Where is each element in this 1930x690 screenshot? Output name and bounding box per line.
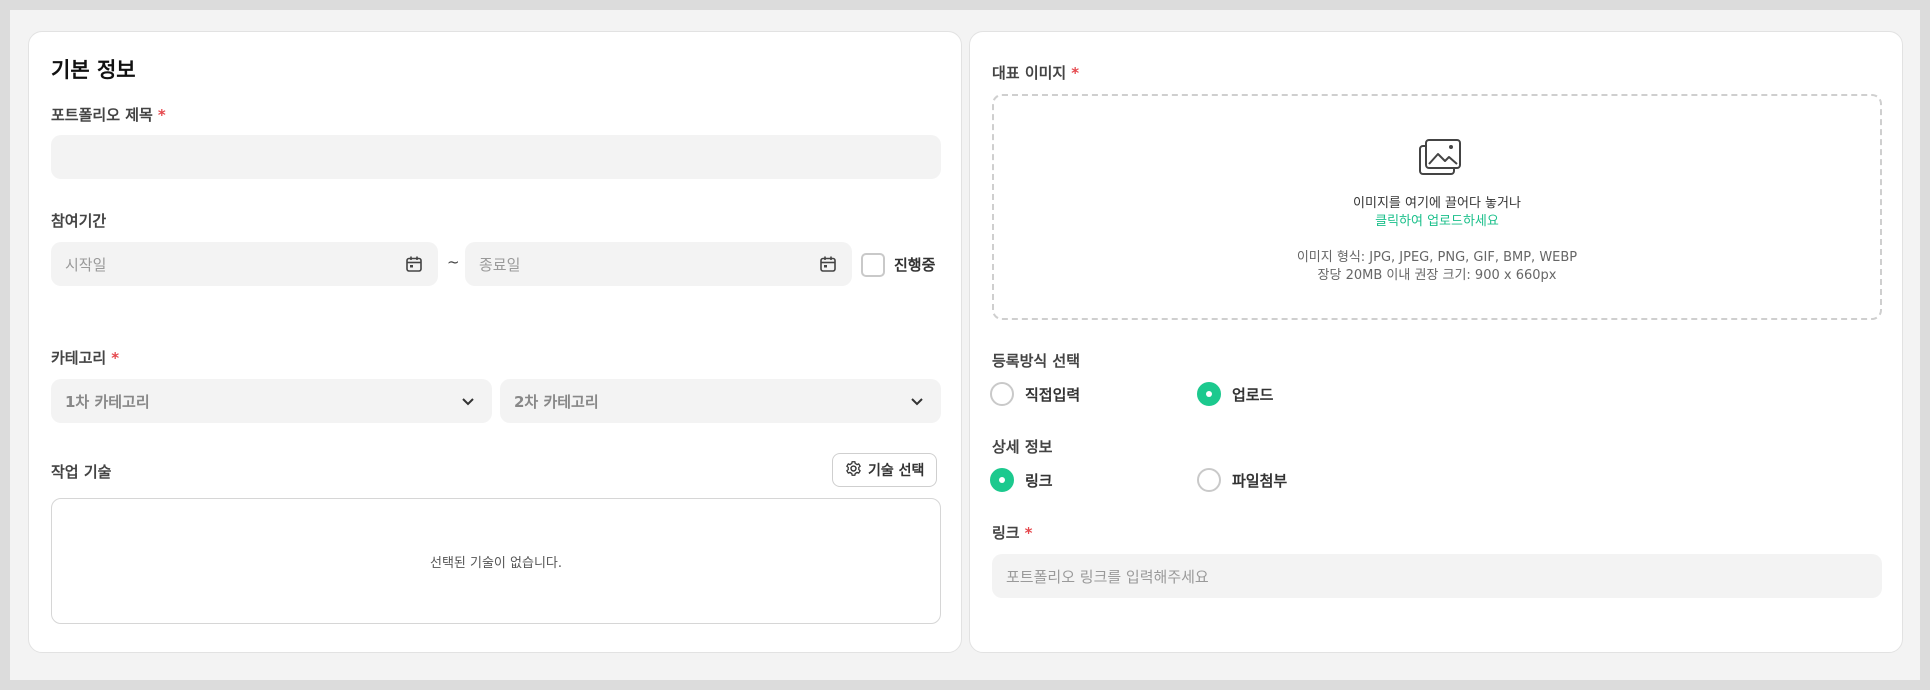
thumbnail-label: 대표 이미지 * — [992, 62, 1079, 83]
start-date-placeholder: 시작일 — [65, 255, 107, 274]
empty-skills-text: 선택된 기술이 없습니다. — [430, 555, 562, 571]
start-date-input[interactable]: 시작일 — [51, 242, 438, 286]
image-icon — [1418, 138, 1462, 182]
register-method-label: 등록방식 선택 — [992, 352, 1081, 370]
primary-category-select[interactable]: 1차 카테고리 — [51, 379, 492, 423]
radio-upload[interactable] — [1197, 382, 1221, 406]
portfolio-title-label-text: 포트폴리오 제목 — [51, 106, 153, 124]
gear-icon — [845, 460, 862, 481]
portfolio-link-placeholder: 포트폴리오 링크를 입력해주세요 — [1006, 567, 1209, 586]
portfolio-title-input[interactable] — [51, 135, 941, 179]
detail-info-label: 상세 정보 — [992, 438, 1053, 456]
page-frame: 기본 정보 포트폴리오 제목 * 참여기간 시작일 ~ 종료일 진행중 카테고리 *… — [10, 10, 1920, 680]
secondary-category-placeholder: 2차 카테고리 — [514, 392, 599, 411]
format-hint: 이미지 형식: JPG, JPEG, PNG, GIF, BMP, WEBP — [1296, 250, 1578, 265]
link-label: 링크 * — [992, 522, 1032, 543]
portfolio-title-label: 포트폴리오 제목 * — [51, 104, 166, 125]
date-separator: ~ — [447, 253, 460, 271]
end-date-input[interactable]: 종료일 — [465, 242, 852, 286]
link-label-text: 링크 — [992, 524, 1020, 542]
section-title: 기본 정보 — [51, 58, 136, 82]
required-mark: * — [1071, 64, 1080, 82]
required-mark: * — [157, 106, 166, 124]
drop-text: 이미지를 여기에 끌어다 놓거나 — [1353, 196, 1521, 211]
media-panel: 대표 이미지 * 이미지를 여기에 끌어다 놓거나 클릭하여 업로드하세요 이미지… — [969, 31, 1903, 653]
size-hint: 장당 20MB 이내 권장 크기: 900 x 660px — [1317, 268, 1557, 283]
required-mark: * — [111, 349, 120, 367]
end-date-placeholder: 종료일 — [479, 255, 521, 274]
required-mark: * — [1024, 524, 1033, 542]
ongoing-checkbox[interactable] — [861, 253, 885, 277]
radio-link-label: 링크 — [1025, 472, 1053, 490]
skills-label: 작업 기술 — [51, 463, 112, 481]
basic-info-panel: 기본 정보 포트폴리오 제목 * 참여기간 시작일 ~ 종료일 진행중 카테고리 *… — [28, 31, 962, 653]
radio-file-attach-label: 파일첨부 — [1232, 472, 1288, 490]
radio-upload-label: 업로드 — [1232, 386, 1274, 404]
calendar-icon[interactable] — [818, 254, 838, 274]
portfolio-link-input[interactable]: 포트폴리오 링크를 입력해주세요 — [992, 554, 1882, 598]
category-label: 카테고리 * — [51, 347, 119, 368]
click-upload-link[interactable]: 클릭하여 업로드하세요 — [994, 210, 1880, 229]
image-dropzone[interactable]: 이미지를 여기에 끌어다 놓거나 클릭하여 업로드하세요 이미지 형식: JPG… — [992, 94, 1882, 320]
period-label: 참여기간 — [51, 212, 107, 230]
select-skills-label: 기술 선택 — [868, 463, 925, 479]
selected-skills-box: 선택된 기술이 없습니다. — [51, 498, 941, 624]
select-skills-button[interactable]: 기술 선택 — [832, 453, 938, 487]
primary-category-placeholder: 1차 카테고리 — [65, 392, 150, 411]
thumbnail-label-text: 대표 이미지 — [992, 64, 1067, 82]
category-label-text: 카테고리 — [51, 349, 107, 367]
radio-file-attach[interactable] — [1197, 468, 1221, 492]
radio-direct-input-label: 직접입력 — [1025, 386, 1081, 404]
ongoing-label: 진행중 — [894, 256, 936, 274]
secondary-category-select[interactable]: 2차 카테고리 — [500, 379, 941, 423]
chevron-down-icon — [458, 391, 478, 411]
calendar-icon[interactable] — [404, 254, 424, 274]
chevron-down-icon — [907, 391, 927, 411]
radio-link[interactable] — [990, 468, 1014, 492]
radio-direct-input[interactable] — [990, 382, 1014, 406]
